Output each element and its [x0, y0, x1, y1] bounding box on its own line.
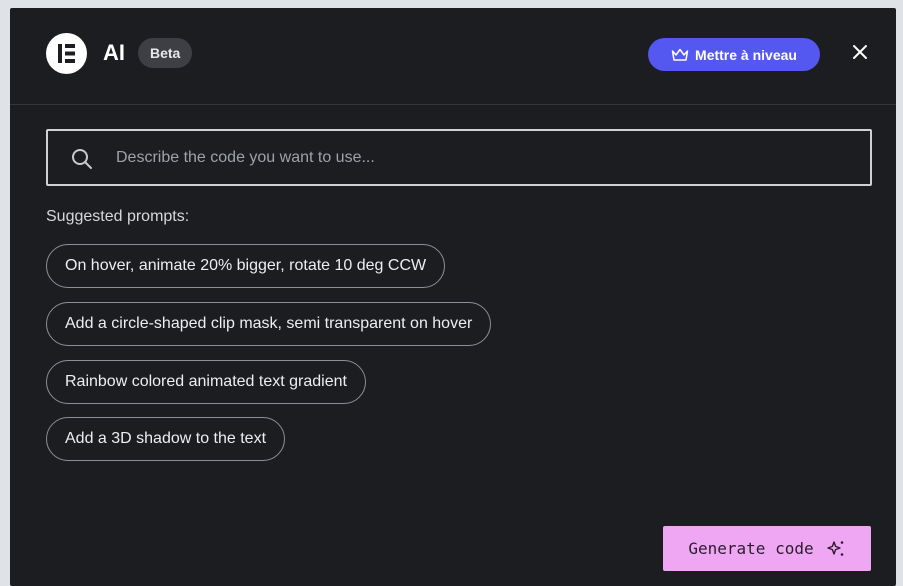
generate-code-button[interactable]: Generate code [663, 526, 871, 571]
suggested-prompt-3[interactable]: Rainbow colored animated text gradient [46, 360, 366, 404]
suggested-prompt-4[interactable]: Add a 3D shadow to the text [46, 417, 286, 461]
upgrade-button-label: Mettre à niveau [695, 46, 797, 63]
app-title: AI [103, 40, 125, 65]
upgrade-button[interactable]: Mettre à niveau [648, 38, 820, 71]
sparkle-icon [826, 539, 846, 559]
search-box [46, 129, 872, 186]
beta-badge: Beta [138, 38, 193, 68]
close-icon [852, 44, 868, 65]
suggested-prompts-label: Suggested prompts: [46, 208, 190, 225]
close-button[interactable] [844, 38, 876, 70]
dialog-header: AI Beta Mettre à niveau [10, 8, 896, 105]
elementor-logo-icon [46, 33, 87, 74]
suggested-prompt-1[interactable]: On hover, animate 20% bigger, rotate 10 … [46, 244, 446, 288]
search-icon [70, 147, 94, 171]
suggested-prompt-2[interactable]: Add a circle-shaped clip mask, semi tran… [46, 302, 492, 346]
crown-icon [671, 48, 689, 62]
search-input[interactable] [116, 141, 856, 175]
generate-code-label: Generate code [688, 539, 814, 558]
ai-dialog: AI Beta Mettre à niveau Describe the cod… [10, 8, 896, 586]
